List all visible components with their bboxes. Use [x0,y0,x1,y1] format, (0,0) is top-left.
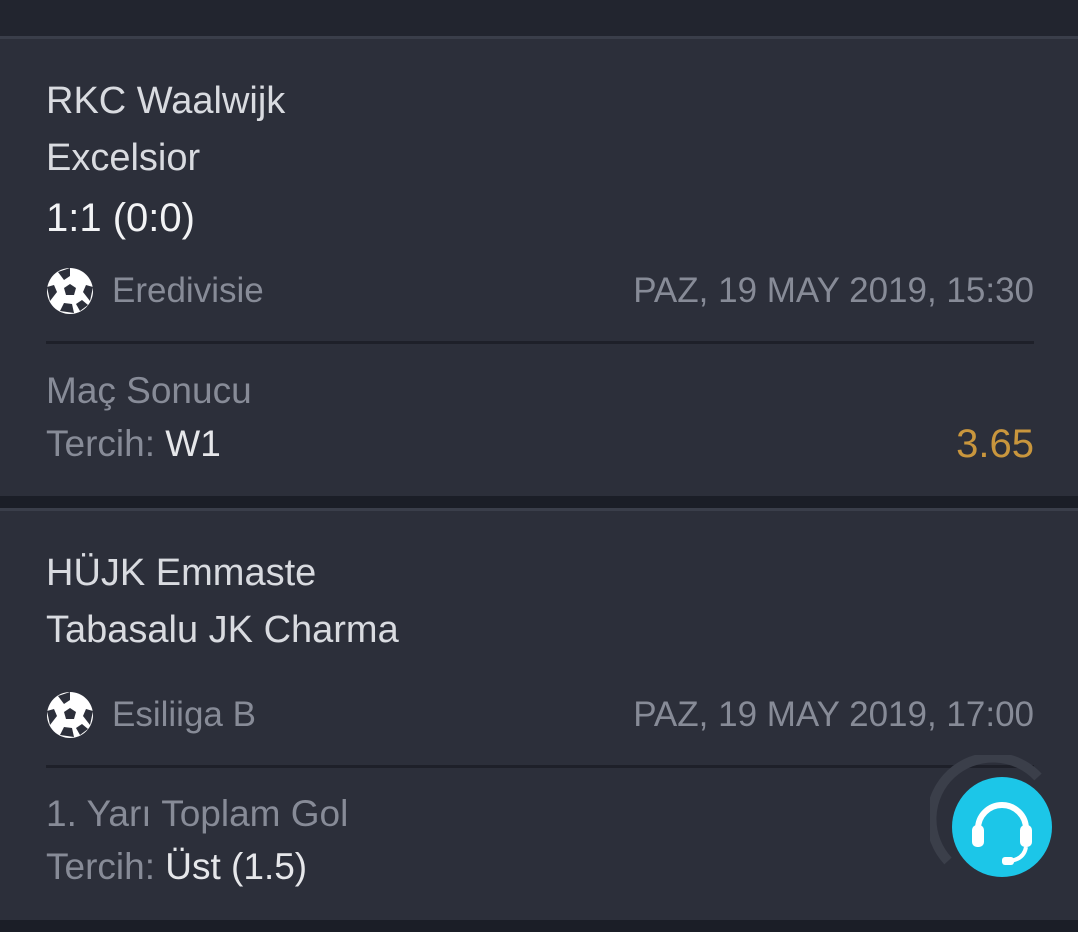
league-name: Esiliiga B [112,695,256,734]
match-meta-row: Esiliiga B PAZ, 19 MAY 2019, 17:00 [46,691,1034,739]
choice-label: Tercih: [46,423,155,464]
home-team-name: HÜJK Emmaste [46,552,317,594]
match-meta-row: Eredivisie PAZ, 19 MAY 2019, 15:30 [46,267,1034,315]
bet-history-page: RKC Waalwijk Excelsior 1:1 (0:0) Eredivi… [0,0,1078,932]
choice-label: Tercih: [46,846,155,887]
league-name: Eredivisie [112,271,264,310]
bet-choice: Tercih: Üst (1.5) [46,845,307,889]
match-datetime: PAZ, 19 MAY 2019, 17:00 [633,695,1034,734]
match-score: 1:1 (0:0) [46,196,195,240]
bet-card[interactable]: RKC Waalwijk Excelsior 1:1 (0:0) Eredivi… [0,36,1078,496]
top-strip [0,0,1078,36]
bet-choice: Tercih: W1 [46,422,221,466]
headset-icon [926,752,1052,877]
soccer-ball-icon [47,692,93,738]
odds-value: 3.65 [956,422,1034,466]
away-team-name: Tabasalu JK Charma [46,609,399,651]
market-name: 1. Yarı Toplam Gol [46,793,349,834]
match-datetime: PAZ, 19 MAY 2019, 15:30 [633,271,1034,310]
market-name: Maç Sonucu [46,370,252,411]
away-team-name: Excelsior [46,137,201,179]
home-team-name: RKC Waalwijk [46,80,286,122]
support-chat-button[interactable] [926,752,1056,881]
soccer-ball-icon [47,268,93,314]
choice-value: Üst (1.5) [165,846,308,887]
bet-card[interactable]: HÜJK Emmaste Tabasalu JK Charma Esiliiga… [0,508,1078,920]
divider [46,341,1034,344]
choice-value: W1 [165,423,221,464]
divider [46,765,1034,768]
